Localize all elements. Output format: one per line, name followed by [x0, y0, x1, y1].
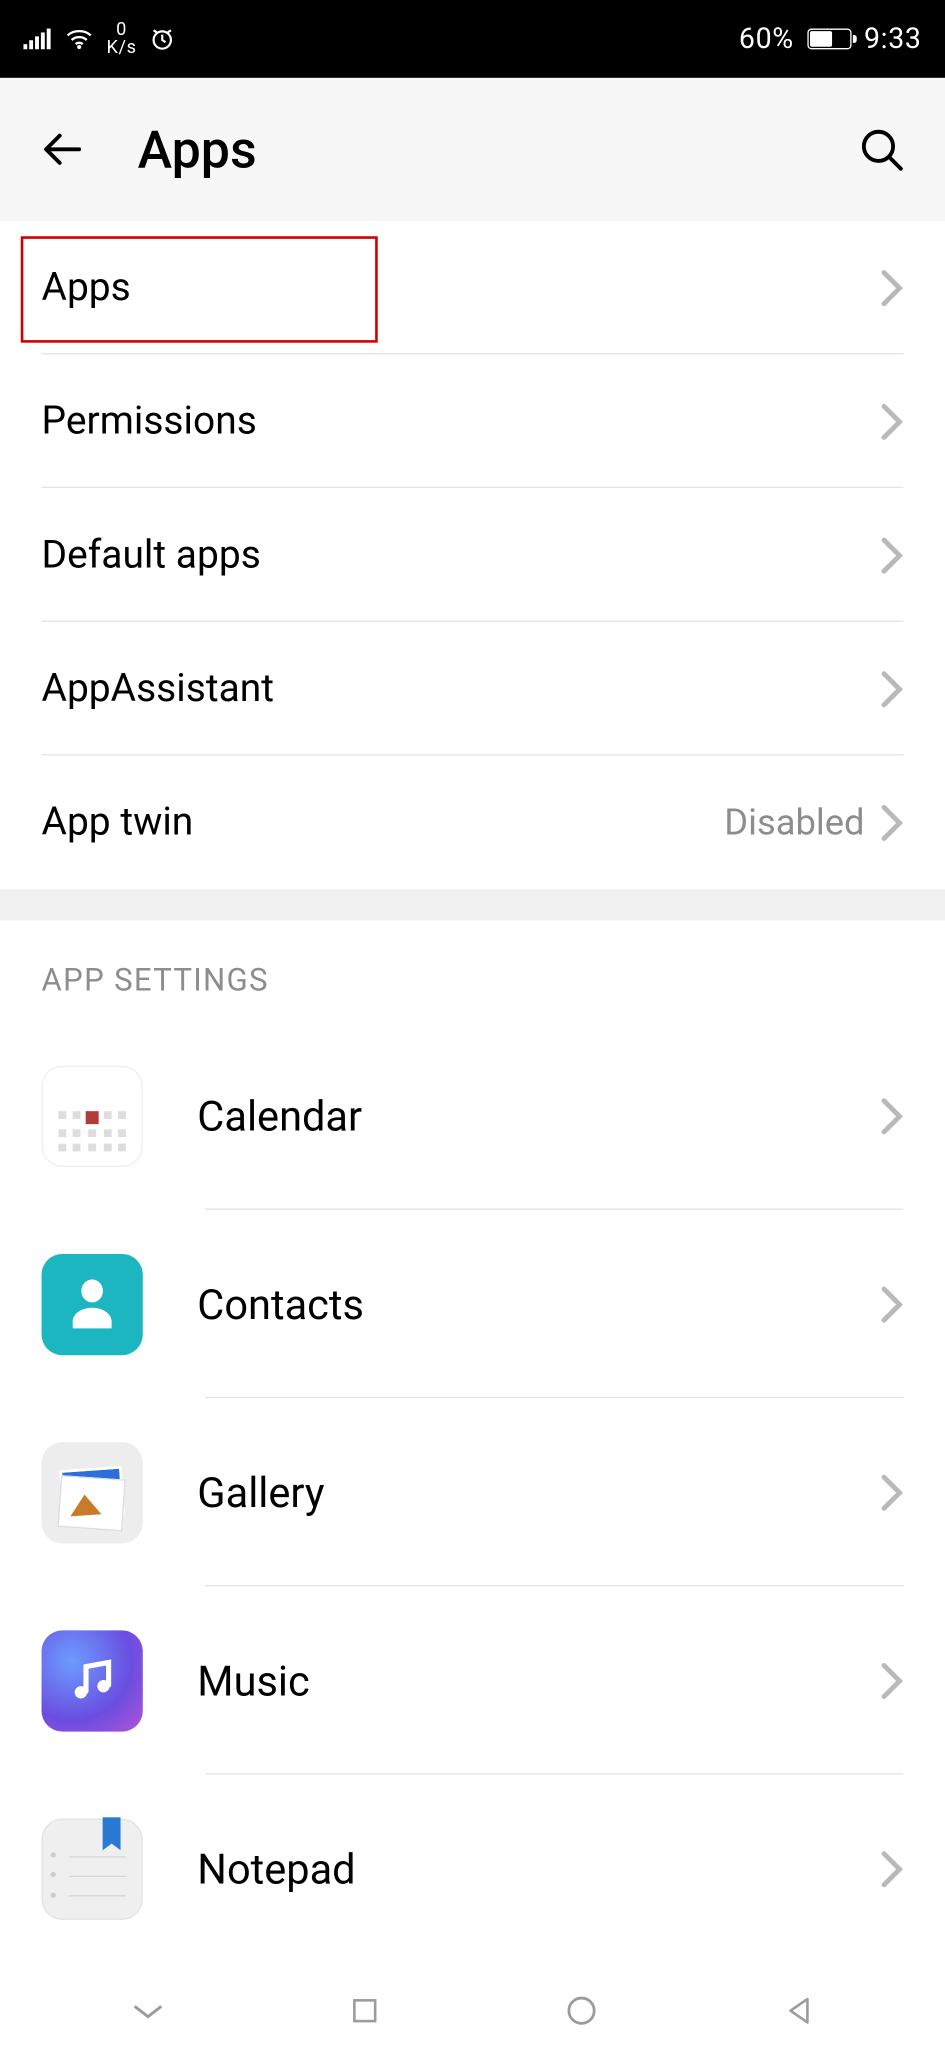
- list-item-value: Disabled: [724, 801, 864, 844]
- page-title: Apps: [138, 119, 808, 180]
- app-item-contacts[interactable]: Contacts: [0, 1210, 945, 1398]
- back-button[interactable]: [36, 122, 91, 177]
- nav-home-button[interactable]: [542, 1984, 620, 2036]
- list-item-permissions[interactable]: Permissions: [0, 354, 945, 488]
- calendar-icon: [42, 1065, 143, 1166]
- battery-icon: [807, 29, 851, 50]
- list-item-label: Default apps: [42, 532, 881, 577]
- contacts-icon: [42, 1253, 143, 1354]
- gallery-icon: [42, 1442, 143, 1543]
- list-item-default-apps[interactable]: Default apps: [0, 488, 945, 622]
- status-bar: 0 K/s 60% 9:33: [0, 0, 945, 78]
- nav-recents-button[interactable]: [325, 1984, 403, 2036]
- chevron-right-icon: [880, 535, 903, 574]
- search-icon: [858, 126, 905, 173]
- arrow-left-icon: [40, 126, 87, 173]
- chevron-right-icon: [880, 1473, 903, 1512]
- chevron-right-icon: [880, 1661, 903, 1700]
- triangle-left-icon: [783, 1995, 812, 2026]
- list-item-label: Apps: [42, 265, 881, 310]
- chevron-right-icon: [880, 1096, 903, 1135]
- wifi-icon: [65, 29, 94, 50]
- app-item-label: Contacts: [197, 1279, 880, 1328]
- app-item-label: Calendar: [197, 1091, 880, 1140]
- square-icon: [349, 1995, 380, 2026]
- chevron-right-icon: [880, 402, 903, 441]
- chevron-right-icon: [880, 1849, 903, 1888]
- app-item-notepad[interactable]: Notepad: [0, 1774, 945, 1962]
- circle-icon: [564, 1993, 598, 2027]
- app-item-label: Music: [197, 1656, 880, 1705]
- nav-back-button[interactable]: [759, 1984, 837, 2036]
- music-icon: [42, 1630, 143, 1731]
- list-item-label: AppAssistant: [42, 666, 881, 711]
- app-bar: Apps: [0, 78, 945, 221]
- list-item-app-twin[interactable]: App twin Disabled: [0, 755, 945, 889]
- app-item-calendar[interactable]: Calendar: [0, 1022, 945, 1210]
- app-item-gallery[interactable]: Gallery: [0, 1398, 945, 1586]
- chevron-right-icon: [880, 1284, 903, 1323]
- list-item-label: Permissions: [42, 399, 881, 444]
- top-settings-list: Apps Permissions Default apps AppAssista…: [0, 221, 945, 890]
- navigation-bar: [0, 1973, 945, 2048]
- chevron-right-icon: [880, 268, 903, 307]
- app-item-label: Notepad: [197, 1844, 880, 1893]
- nav-hide-button[interactable]: [108, 1984, 186, 2036]
- section-divider: [0, 889, 945, 920]
- alarm-icon: [150, 26, 176, 52]
- chevron-down-icon: [129, 2000, 165, 2021]
- network-speed: 0 K/s: [106, 21, 136, 57]
- list-item-app-assistant[interactable]: AppAssistant: [0, 622, 945, 756]
- battery-percent: 60%: [739, 23, 794, 55]
- section-header-app-settings: APP SETTINGS: [0, 920, 945, 1021]
- list-item-apps[interactable]: Apps: [0, 221, 945, 355]
- app-item-label: Gallery: [197, 1467, 880, 1516]
- app-item-music[interactable]: Music: [0, 1586, 945, 1774]
- chevron-right-icon: [880, 669, 903, 708]
- notepad-icon: [42, 1818, 143, 1919]
- search-button[interactable]: [854, 122, 909, 177]
- clock-text: 9:33: [864, 23, 922, 55]
- chevron-right-icon: [880, 803, 903, 842]
- list-item-label: App twin: [42, 800, 725, 845]
- signal-icon: [23, 29, 52, 50]
- app-settings-list: Calendar Contacts Gallery Music: [0, 1022, 945, 1963]
